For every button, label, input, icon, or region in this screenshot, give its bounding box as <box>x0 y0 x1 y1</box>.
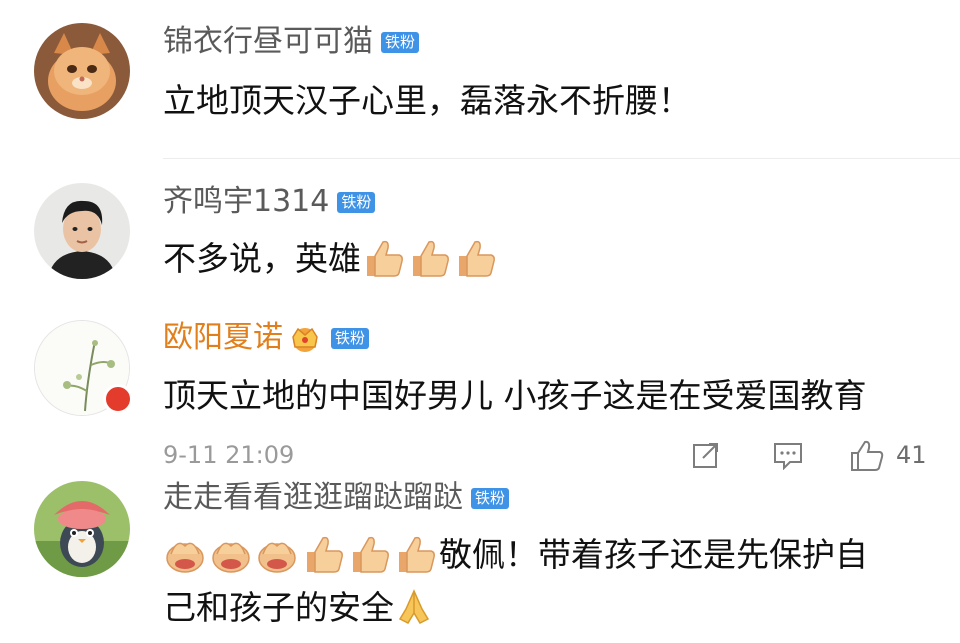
thumbs-up-icon <box>361 238 405 294</box>
comment-icon[interactable] <box>772 440 804 470</box>
name-row: 锦衣行昼可可猫 铁粉 <box>163 27 420 57</box>
avatar[interactable] <box>34 23 130 119</box>
fan-badge: 铁粉 <box>471 487 510 509</box>
comment-text: 立地顶天汉子心里，磊落永不折腰！ <box>163 81 691 120</box>
fan-badge: 铁粉 <box>331 327 370 349</box>
comment-text: 不多说，英雄 <box>163 232 499 294</box>
divider <box>163 158 960 159</box>
avatar[interactable] <box>34 481 130 577</box>
crown-icon <box>292 327 318 352</box>
username[interactable]: 齐鸣宇1314 <box>163 187 329 217</box>
name-row: 走走看看逛逛蹓跶蹓跶 铁粉 <box>163 483 510 513</box>
comment-meta: 9-11 21:09 41 <box>163 438 933 472</box>
comment-text-content: 不多说，英雄 <box>163 239 361 278</box>
pray-hands-icon <box>394 587 434 643</box>
avatar[interactable] <box>34 183 130 279</box>
name-row: 欧阳夏诺 铁粉 <box>163 323 370 353</box>
like-icon[interactable] <box>849 440 885 472</box>
comment-text: 顶天立地的中国好男儿 小孩子这是在受爱国教育 <box>163 376 867 415</box>
fan-badge: 铁粉 <box>337 191 376 213</box>
vip-badge-icon <box>103 384 133 414</box>
thumbs-up-icon <box>453 238 497 294</box>
like-count: 41 <box>896 441 927 469</box>
username[interactable]: 欧阳夏诺 <box>163 323 283 353</box>
timestamp: 9-11 21:09 <box>163 441 295 469</box>
thumbs-up-icon <box>407 238 451 294</box>
username[interactable]: 锦衣行昼可可猫 <box>163 27 373 57</box>
username[interactable]: 走走看看逛逛蹓跶蹓跶 <box>163 483 463 513</box>
name-row: 齐鸣宇1314 铁粉 <box>163 187 376 217</box>
share-icon[interactable] <box>691 440 721 470</box>
comment-text-line2: 己和孩子的安全 <box>163 588 394 627</box>
comment-text-line1: 敬佩！带着孩子还是先保护自 <box>439 535 868 574</box>
comment-text: 己和孩子的安全 <box>163 581 436 643</box>
fan-badge: 铁粉 <box>381 31 420 53</box>
